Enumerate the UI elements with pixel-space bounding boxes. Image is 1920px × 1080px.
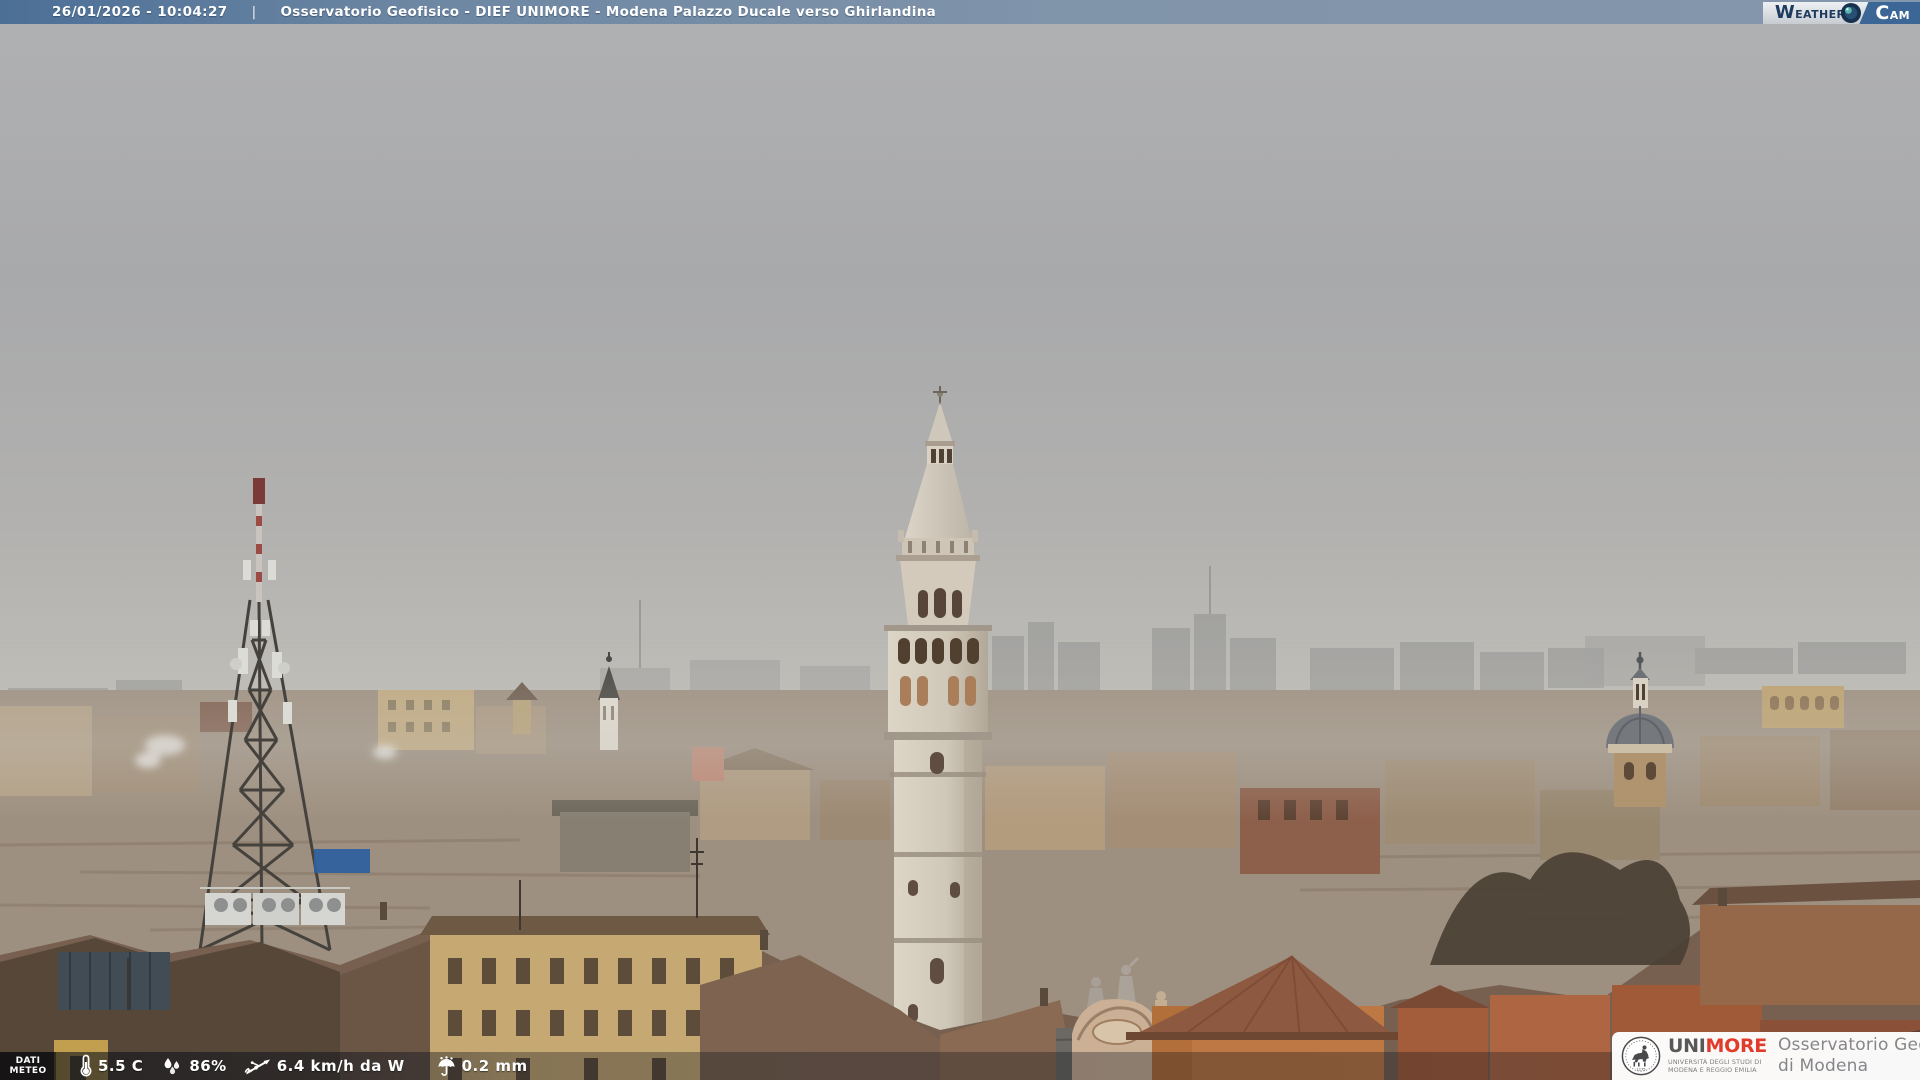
observatory-name-line1: Osservatorio Geofisico (1777, 1035, 1920, 1055)
rain-reading: 0.2 mm (437, 1055, 528, 1077)
svg-text:1175: 1175 (1636, 1068, 1645, 1072)
meteo-label-line2: METEO (9, 1066, 47, 1076)
thermometer-icon (80, 1054, 92, 1078)
webcam-view: 26/01/2026 - 10:04:27 | Osservatorio Geo… (0, 0, 1920, 1080)
temperature-reading: 5.5 C (80, 1054, 143, 1078)
rain-value: 0.2 mm (461, 1057, 528, 1075)
humidity-icon (161, 1056, 183, 1076)
datetime-label: 26/01/2026 - 10:04:27 (52, 4, 228, 20)
meteo-label-line1: DATI (15, 1056, 41, 1066)
unimore-seal-icon: 1175 (1621, 1036, 1661, 1076)
webcam-title: Osservatorio Geofisico - DIEF UNIMORE - … (280, 4, 937, 20)
wind-reading: 6.4 km/h da W (244, 1055, 405, 1077)
wordmark-more: MORE (1705, 1035, 1768, 1058)
observatory-name-line2: di Modena (1777, 1056, 1869, 1076)
separator: | (251, 4, 257, 20)
wind-value: 6.4 km/h da W (276, 1057, 405, 1075)
humidity-value: 86% (189, 1057, 227, 1075)
meteo-data-label: DATI METEO (0, 1052, 56, 1080)
wind-icon (244, 1055, 271, 1077)
humidity-reading: 86% (161, 1056, 226, 1076)
weathercam-logo[interactable]: WEATHER CAM (1762, 2, 1920, 24)
unimore-brand-box[interactable]: 1175 UNIMORE UNIVERSITÀ DEGLI STUDI DI M… (1612, 1032, 1920, 1080)
rooftop-hvac-units (200, 887, 350, 925)
camera-lens-icon (1840, 3, 1861, 23)
temperature-value: 5.5 C (98, 1057, 144, 1075)
observatory-name: Osservatorio Geofisico di Modena (1778, 1035, 1920, 1077)
weathercam-logo-cam: CAM (1859, 2, 1920, 24)
city-panorama-photo (0, 0, 1920, 1080)
rain-icon (437, 1055, 456, 1077)
wordmark-uni: UNI (1668, 1035, 1706, 1058)
webcam-header-bar: 26/01/2026 - 10:04:27 | Osservatorio Geo… (0, 0, 1920, 24)
unimore-wordmark: UNIMORE UNIVERSITÀ DEGLI STUDI DI MODENA… (1668, 1037, 1767, 1074)
university-subtitle-line2: MODENA E REGGIO EMILIA (1668, 1066, 1757, 1074)
